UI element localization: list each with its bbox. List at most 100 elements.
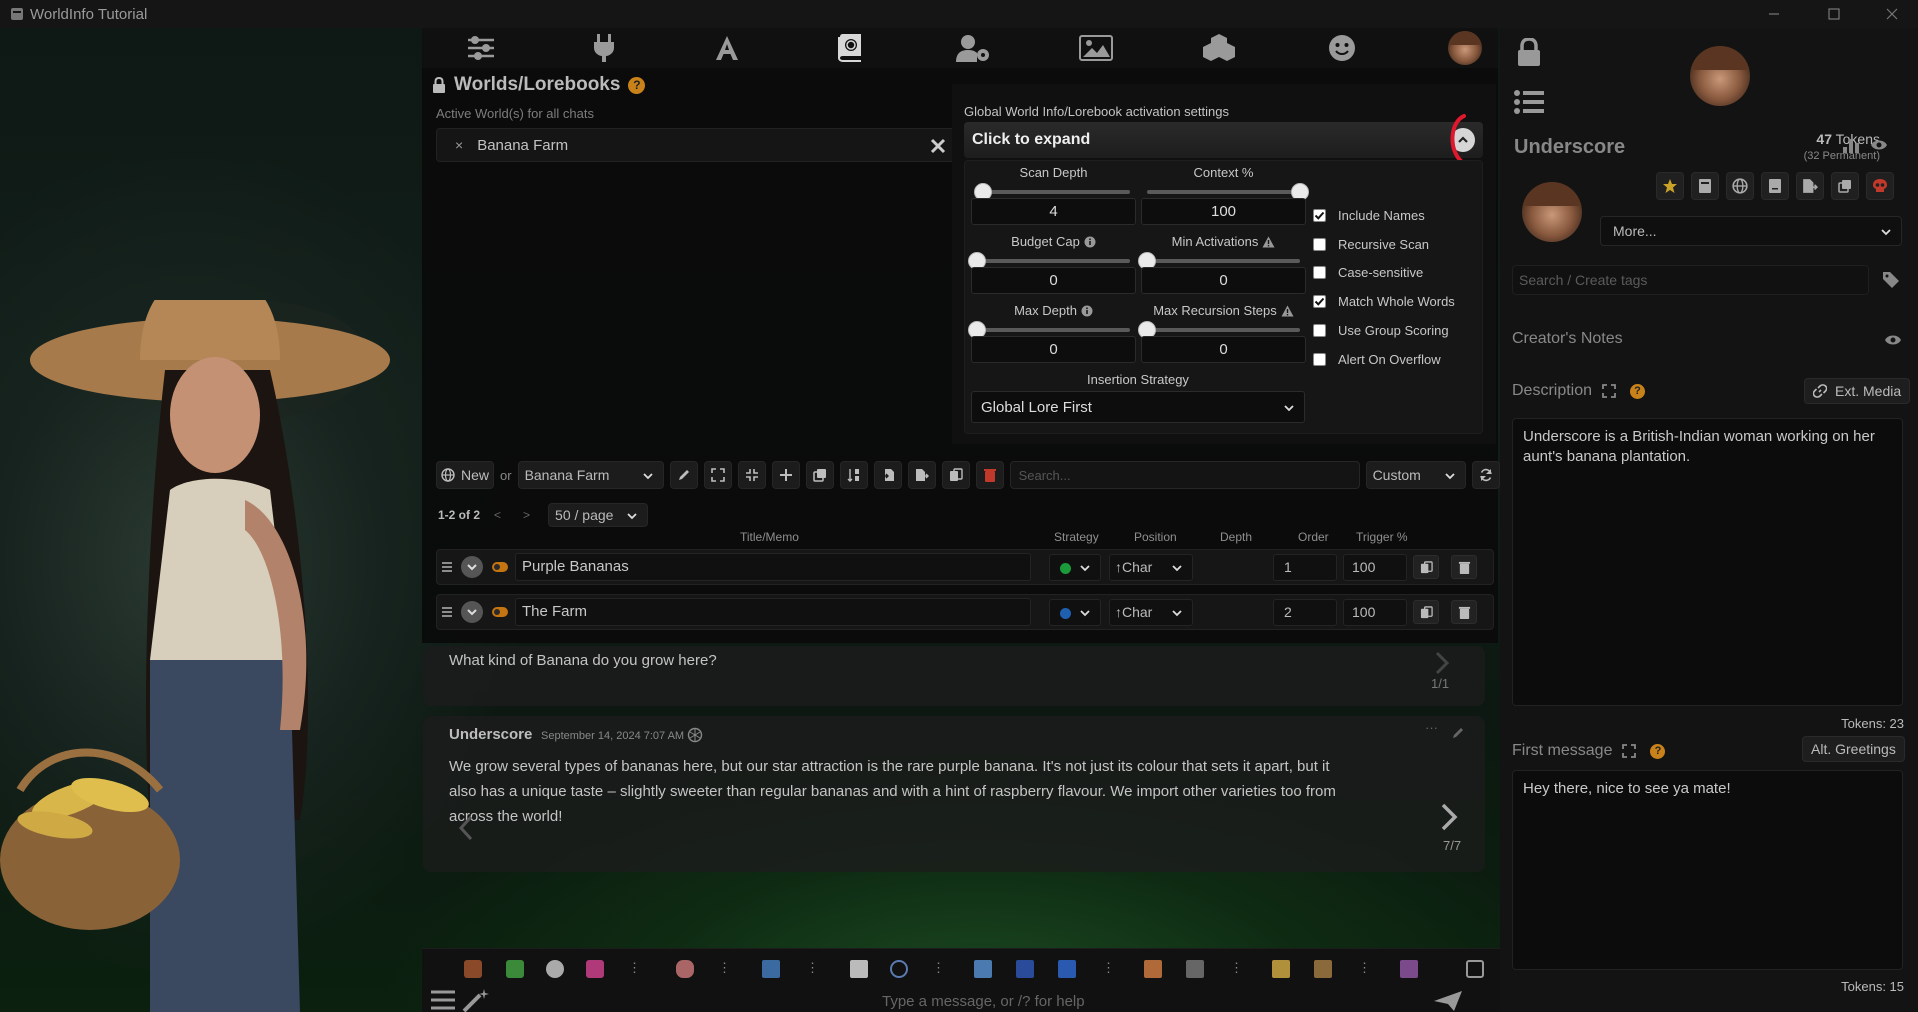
import-world-button[interactable] <box>873 461 902 489</box>
world-button[interactable] <box>1726 172 1754 200</box>
copy-window-icon[interactable] <box>1466 960 1484 978</box>
passport-button[interactable] <box>1761 172 1789 200</box>
match-whole-words-checkbox[interactable]: Match Whole Words <box>1313 294 1455 309</box>
export-world-button[interactable] <box>907 461 936 489</box>
globe-icon[interactable] <box>890 960 908 978</box>
hand-icon[interactable] <box>1144 960 1162 978</box>
lock-icon[interactable] <box>432 77 446 93</box>
sort-select[interactable]: Custom <box>1365 461 1466 489</box>
maximize-icon[interactable] <box>1824 4 1844 24</box>
scan-depth-input[interactable]: 4 <box>971 198 1136 225</box>
send-icon[interactable] <box>1432 989 1464 1012</box>
entry-strategy-select[interactable] <box>1049 554 1101 581</box>
word-icon[interactable] <box>1016 960 1034 978</box>
context-input[interactable]: 100 <box>1141 198 1306 225</box>
include-names-checkbox[interactable]: Include Names <box>1313 208 1425 223</box>
recursive-scan-checkbox[interactable]: Recursive Scan <box>1313 237 1429 252</box>
user-settings-tab[interactable] <box>956 33 990 63</box>
max-depth-track[interactable] <box>977 328 1130 332</box>
tags-icon[interactable] <box>1882 271 1900 289</box>
entry-enabled-toggle[interactable] <box>492 562 508 572</box>
checkbox-box[interactable] <box>1313 238 1326 251</box>
alert-overflow-checkbox[interactable]: Alert On Overflow <box>1313 352 1441 367</box>
trash-basket-icon[interactable] <box>1186 960 1204 978</box>
add-entry-button[interactable] <box>771 461 800 489</box>
alt-greetings-button[interactable]: Alt. Greetings <box>1802 736 1905 762</box>
formatting-tab[interactable] <box>710 33 744 63</box>
active-worlds-select[interactable]: × Banana Farm <box>436 128 956 162</box>
swipe-right-icon[interactable] <box>1439 802 1459 832</box>
duplicate-character-button[interactable] <box>1831 172 1859 200</box>
shirt-icon[interactable] <box>586 960 604 978</box>
expand-settings-bar[interactable]: Click to expand <box>964 122 1483 158</box>
refresh-button[interactable] <box>1471 461 1500 489</box>
api-connections-tab[interactable] <box>587 33 621 63</box>
menu-dots-icon[interactable]: ⋮ <box>628 960 646 978</box>
favorite-button[interactable] <box>1656 172 1684 200</box>
stats-icon[interactable] <box>1842 137 1860 153</box>
message-menu-icon[interactable]: ··· <box>1425 720 1438 735</box>
menu-dots-icon[interactable]: ⋮ <box>806 960 824 978</box>
delete-world-button[interactable] <box>975 461 1004 489</box>
delete-entry-button[interactable] <box>1451 600 1477 624</box>
duplicate-entry-button[interactable] <box>1413 555 1439 579</box>
expand-editor-icon[interactable] <box>1602 384 1616 398</box>
options-menu-icon[interactable] <box>430 989 456 1011</box>
expand-all-button[interactable] <box>703 461 732 489</box>
treasure-icon[interactable] <box>1400 960 1418 978</box>
export-character-button[interactable] <box>1796 172 1824 200</box>
budget-cap-input[interactable]: 0 <box>971 267 1136 294</box>
backgrounds-tab[interactable] <box>1079 33 1113 63</box>
extensions-tab[interactable] <box>1202 33 1236 63</box>
expand-editor-icon[interactable] <box>1622 744 1637 758</box>
eye-icon[interactable] <box>1870 138 1888 152</box>
entry-order-input[interactable]: 1 <box>1273 554 1337 581</box>
entry-trigger-input[interactable]: 100 <box>1343 599 1407 626</box>
menu-dots-icon[interactable]: ⋮ <box>718 960 736 978</box>
description-textarea[interactable]: Underscore is a British-Indian woman wor… <box>1512 418 1903 706</box>
pager-prev-button[interactable]: < <box>494 508 501 522</box>
home-icon[interactable] <box>464 960 482 978</box>
list-icon[interactable] <box>1514 90 1544 114</box>
menu-dots-icon[interactable]: ⋮ <box>1102 960 1120 978</box>
ai-settings-tab[interactable] <box>464 33 498 63</box>
speech-bubble-icon[interactable] <box>546 960 564 978</box>
rename-world-button[interactable] <box>669 461 698 489</box>
menu-dots-icon[interactable]: ⋮ <box>932 960 950 978</box>
eye-icon[interactable] <box>1884 333 1902 347</box>
scan-depth-track[interactable] <box>977 190 1130 194</box>
help-icon[interactable]: ? <box>628 76 646 94</box>
menu-dots-icon[interactable]: ⋮ <box>1358 960 1376 978</box>
clear-selection-icon[interactable] <box>927 135 949 157</box>
page-size-select[interactable]: 50 / page <box>548 503 649 527</box>
chip-remove-icon[interactable]: × <box>455 137 463 153</box>
checkbox-box[interactable] <box>1313 324 1326 337</box>
checkbox-box[interactable] <box>1313 295 1326 308</box>
world-editor-select[interactable]: Banana Farm <box>517 461 664 489</box>
insertion-strategy-select[interactable]: Global Lore First <box>971 391 1305 423</box>
budget-cap-track[interactable] <box>977 259 1130 263</box>
entry-order-input[interactable]: 2 <box>1273 599 1337 626</box>
hourglass-icon[interactable] <box>1272 960 1290 978</box>
first-message-textarea[interactable]: Hey there, nice to see ya mate! <box>1512 770 1903 970</box>
swipe-right-icon[interactable] <box>1433 650 1451 676</box>
drag-handle-icon[interactable] <box>441 606 453 618</box>
swipe-left-icon[interactable] <box>457 814 475 842</box>
duplicate-entry-button[interactable] <box>1413 600 1439 624</box>
collapse-all-button[interactable] <box>737 461 766 489</box>
tag-search-input[interactable]: Search / Create tags <box>1512 265 1869 295</box>
more-options-select[interactable]: More... <box>1600 216 1902 246</box>
drag-handle-icon[interactable] <box>441 561 453 573</box>
menu-dots-icon[interactable]: ⋮ <box>1230 960 1248 978</box>
max-recursion-input[interactable]: 0 <box>1141 336 1306 363</box>
creators-notes-label[interactable]: Creator's Notes <box>1512 330 1623 348</box>
entry-search-input[interactable]: Search... <box>1009 461 1360 489</box>
entry-expand-button[interactable] <box>461 556 483 578</box>
checkbox-box[interactable] <box>1313 266 1326 279</box>
entry-strategy-select[interactable] <box>1049 599 1101 626</box>
delete-entry-button[interactable] <box>1451 555 1477 579</box>
close-window-icon[interactable] <box>1882 4 1902 24</box>
minimize-icon[interactable] <box>1764 4 1784 24</box>
min-activations-track[interactable] <box>1147 259 1300 263</box>
number-one-icon[interactable] <box>1058 960 1076 978</box>
